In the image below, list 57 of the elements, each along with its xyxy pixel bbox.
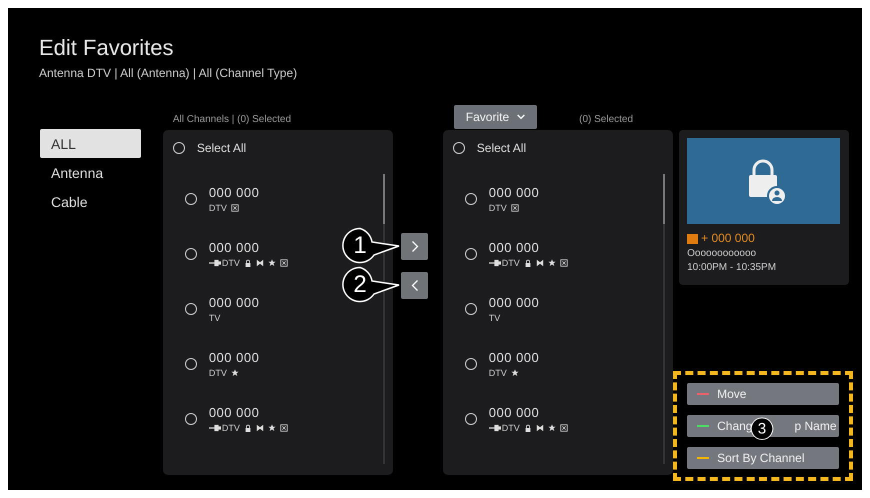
lock-icon (687, 138, 840, 224)
channel-number: 000 000 (208, 294, 260, 310)
callout-badge: 3 (750, 417, 774, 440)
radio-button[interactable] (464, 303, 477, 315)
breadcrumb: Antenna DTV | All (Antenna) | All (Channel Type) (39, 66, 298, 80)
list-header: (0) Selected (579, 114, 634, 124)
callout-badge: 2 (342, 266, 400, 302)
channel-type: DTV (502, 258, 520, 268)
sidebar-item[interactable]: Antenna (40, 158, 141, 187)
radio-button[interactable] (184, 248, 197, 260)
action-button[interactable]: Move (687, 383, 840, 405)
channel-number: 000 000 (208, 404, 260, 420)
radio-button[interactable] (184, 303, 197, 315)
radio-button[interactable] (452, 142, 465, 154)
channel-number: 000 000 (488, 404, 540, 420)
channel-type: DTV (488, 202, 507, 212)
select-all-label[interactable]: Select All (196, 141, 246, 155)
channel-type: DTV (208, 202, 227, 212)
page-title: Edit Favorites (39, 35, 174, 61)
channel-number: 000 000 (208, 350, 260, 364)
program-time: 10:00PM - 10:35PM (687, 262, 778, 273)
sidebar-item[interactable]: Cable (40, 187, 141, 216)
radio-button[interactable] (184, 413, 197, 425)
group-dropdown[interactable]: Favorite (454, 104, 538, 128)
radio-button[interactable] (464, 193, 477, 205)
channel-number: 000 000 (208, 240, 260, 254)
channel-number: 000 000 (488, 294, 540, 310)
channel-type: DTV (222, 258, 240, 268)
list-header: All Channels | (0) Selected (172, 114, 292, 124)
channel-type: DTV (222, 422, 240, 432)
channel-number: 000 000 (488, 350, 540, 364)
radio-button[interactable] (184, 358, 197, 370)
chevron-left-icon (410, 279, 420, 292)
sidebar-item[interactable]: ALL (40, 129, 141, 158)
radio-button[interactable] (464, 248, 477, 260)
action-button[interactable]: Sort By Channel (687, 447, 840, 469)
select-all-label[interactable]: Select All (476, 141, 526, 155)
callout-badge: 1 (342, 228, 400, 264)
radio-button[interactable] (464, 413, 477, 425)
channel-type: DTV (502, 422, 520, 432)
channel-type: TV (208, 312, 220, 322)
channel-type: TV (488, 312, 500, 322)
radio-button[interactable] (184, 193, 197, 205)
channel-badge-icon (687, 232, 700, 244)
chevron-right-icon (410, 240, 420, 253)
channel-number: 000 000 (208, 184, 260, 200)
move-right-button[interactable] (401, 233, 428, 260)
chevron-down-icon (517, 112, 526, 120)
channel-number: 000 000 (488, 240, 540, 254)
radio-button[interactable] (464, 358, 477, 370)
program-title: Oooooooooooo (687, 248, 758, 259)
channel-number: + 000 000 (701, 231, 755, 245)
channel-type: DTV (208, 368, 227, 378)
channel-number: 000 000 (488, 184, 540, 200)
channel-type: DTV (488, 368, 507, 378)
move-left-button[interactable] (401, 272, 428, 299)
radio-button[interactable] (172, 142, 185, 154)
